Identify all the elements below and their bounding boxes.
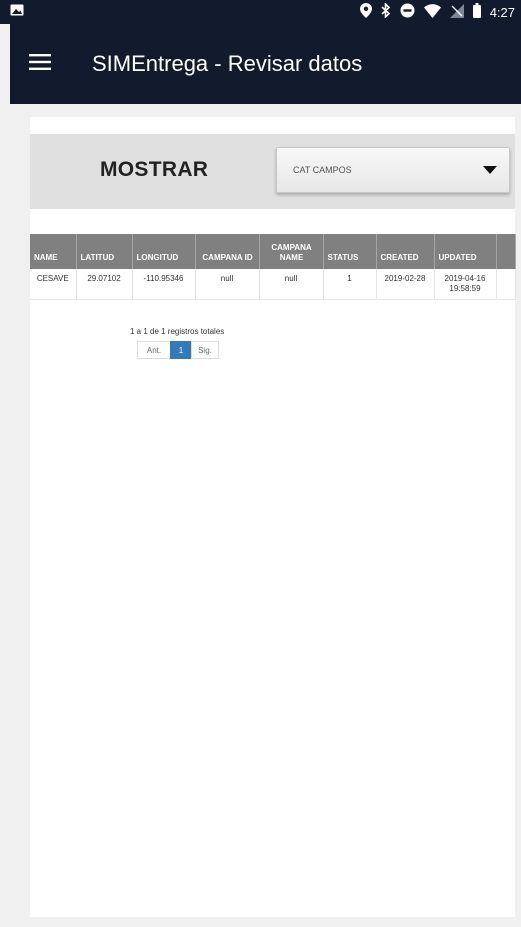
prev-page-button[interactable]: Ant. <box>137 341 171 359</box>
column-header-longitud[interactable]: LONGITUD <box>132 234 196 269</box>
column-header-updated[interactable]: UPDATED <box>434 234 497 269</box>
filter-bar: MOSTRAR CAT CAMPOS <box>30 134 515 209</box>
cell-latitud: 29.07102 <box>76 269 133 300</box>
page-1-button[interactable]: 1 <box>170 341 192 359</box>
cell-status: 1 <box>323 269 377 300</box>
column-header-campana-id[interactable]: CAMPANA ID <box>195 234 260 269</box>
dataset-select[interactable]: CAT CAMPOS <box>276 147 510 193</box>
cell-extra <box>496 269 516 300</box>
column-header-created[interactable]: CREATED <box>376 234 435 269</box>
status-time: 4:27 <box>489 4 515 20</box>
battery-icon <box>472 3 481 21</box>
filter-label: MOSTRAR <box>100 158 209 181</box>
cell-campana-name: null <box>259 269 324 300</box>
pagination: Ant. 1 Sig. <box>137 341 219 359</box>
do-not-disturb-icon <box>400 3 415 21</box>
pagination-info: 1 a 1 de 1 registros totales <box>130 327 225 336</box>
next-page-button[interactable]: Sig. <box>191 341 219 359</box>
column-header-extra[interactable] <box>496 234 516 269</box>
bluetooth-icon <box>381 2 391 21</box>
no-signal-icon <box>449 3 464 21</box>
hamburger-menu-icon <box>29 53 51 75</box>
cell-name: CESAVE <box>30 269 77 300</box>
table-row[interactable]: CESAVE 29.07102 -110.95346 null null 1 2… <box>30 269 516 300</box>
status-bar: 4:27 <box>0 0 521 24</box>
content-panel: MOSTRAR CAT CAMPOS NAME LATITUD LONGITUD… <box>30 117 516 917</box>
cell-campana-id: null <box>195 269 260 300</box>
cell-longitud: -110.95346 <box>132 269 196 300</box>
column-header-latitud[interactable]: LATITUD <box>76 234 133 269</box>
cell-created: 2019-02-28 <box>376 269 435 300</box>
wifi-icon <box>423 3 441 21</box>
location-icon <box>359 3 372 21</box>
cell-updated: 2019-04-16 19:58:59 <box>434 269 497 300</box>
main-content: MOSTRAR CAT CAMPOS NAME LATITUD LONGITUD… <box>10 104 521 927</box>
table-header-row: NAME LATITUD LONGITUD CAMPANA ID CAMPANA… <box>30 234 516 269</box>
data-table: NAME LATITUD LONGITUD CAMPANA ID CAMPANA… <box>30 234 516 300</box>
chevron-down-icon <box>483 166 497 174</box>
image-icon <box>10 3 24 21</box>
dataset-select-value: CAT CAMPOS <box>293 165 352 175</box>
column-header-status[interactable]: STATUS <box>323 234 377 269</box>
column-header-campana-name[interactable]: CAMPANA NAME <box>259 234 324 269</box>
page-title: SIMEntrega - Revisar datos <box>92 51 363 76</box>
app-bar: SIMEntrega - Revisar datos <box>10 24 521 104</box>
column-header-name[interactable]: NAME <box>30 234 77 269</box>
menu-button[interactable] <box>10 24 70 104</box>
